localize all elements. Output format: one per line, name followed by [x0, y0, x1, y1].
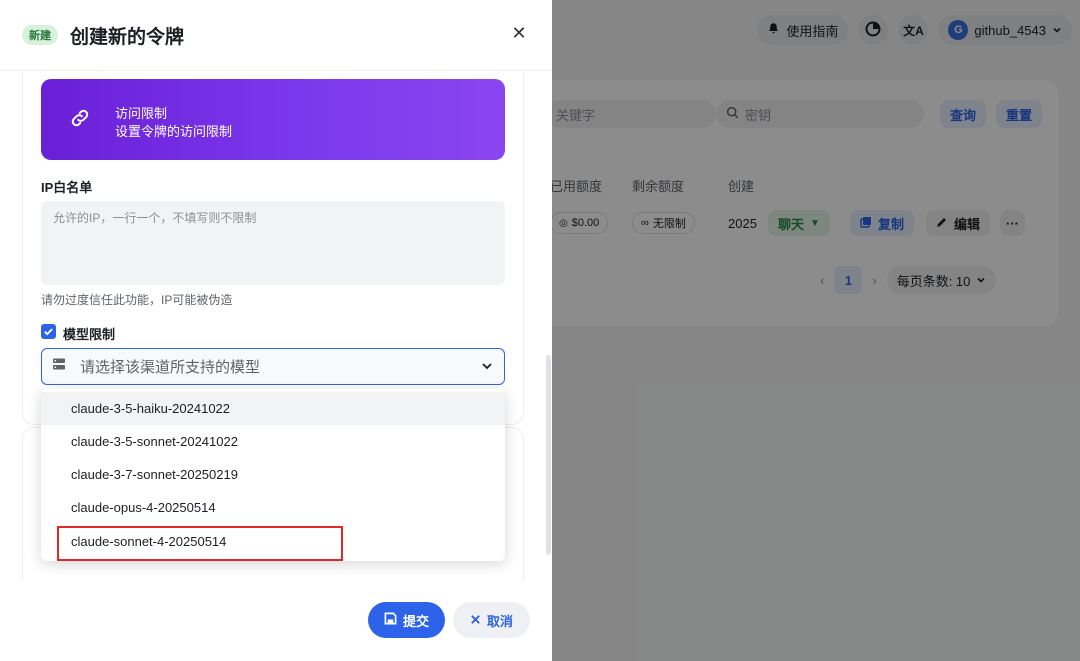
link-icon: [69, 107, 93, 131]
submit-button[interactable]: 提交: [368, 602, 445, 638]
chevron-down-icon: [480, 359, 494, 378]
sheet-footer: 提交 取消: [0, 580, 552, 661]
close-icon[interactable]: ✕: [508, 22, 530, 44]
model-option[interactable]: claude-3-5-haiku-20241022: [41, 392, 505, 425]
model-select[interactable]: 请选择该渠道所支持的模型: [41, 348, 505, 385]
cancel-button[interactable]: 取消: [453, 602, 530, 638]
sheet-body: 访问限制 设置令牌的访问限制 IP白名单 允许的IP，一行一个，不填写则不限制 …: [0, 72, 552, 580]
highlight-box: [57, 526, 343, 561]
sheet-header: 新建 创建新的令牌 ✕: [0, 0, 552, 71]
model-option[interactable]: claude-3-5-sonnet-20241022: [41, 425, 505, 458]
submit-label: 提交: [402, 613, 429, 629]
access-limit-title: 访问限制: [115, 106, 168, 121]
ip-whitelist-placeholder: 允许的IP，一行一个，不填写则不限制: [53, 211, 257, 225]
sheet-title: 创建新的令牌: [70, 26, 185, 48]
create-token-sheet: 新建 创建新的令牌 ✕ 访问限制 设置令牌的访问限制 IP白名单 允许的IP，一…: [0, 0, 552, 661]
model-limit-label: 模型限制: [63, 327, 116, 342]
server-icon: [52, 357, 66, 376]
new-badge: 新建: [22, 25, 58, 45]
model-option[interactable]: claude-3-7-sonnet-20250219: [41, 458, 505, 491]
access-limit-banner: 访问限制 设置令牌的访问限制: [41, 79, 505, 160]
cancel-label: 取消: [486, 613, 513, 629]
close-icon: [470, 613, 481, 628]
model-select-placeholder: 请选择该渠道所支持的模型: [80, 359, 261, 376]
access-limit-subtitle: 设置令牌的访问限制: [115, 124, 233, 139]
ip-whitelist-hint: 请勿过度信任此功能，IP可能被伪造: [41, 293, 233, 307]
ip-whitelist-label: IP白名单: [41, 180, 93, 195]
model-option[interactable]: claude-opus-4-20250514: [41, 491, 505, 524]
sheet-scrollbar[interactable]: [546, 355, 551, 555]
save-icon: [384, 612, 397, 628]
ip-whitelist-textarea[interactable]: 允许的IP，一行一个，不填写则不限制: [41, 201, 505, 285]
model-limit-checkbox[interactable]: [41, 324, 56, 339]
model-dropdown: claude-3-5-haiku-20241022 claude-3-5-son…: [41, 389, 505, 561]
